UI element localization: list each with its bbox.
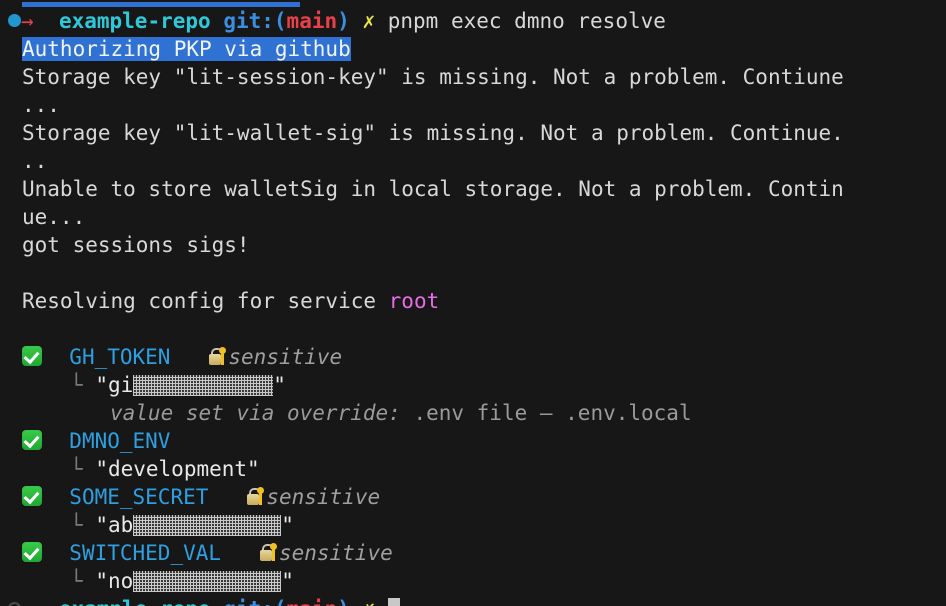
final-prompt-arrow-icon: → — [21, 597, 34, 606]
log-line: ue... — [0, 203, 946, 231]
white-check-mark-icon — [22, 346, 42, 366]
prompt-git-branch: main — [286, 9, 338, 33]
log-line: .. — [0, 147, 946, 175]
white-check-mark-icon — [22, 486, 42, 506]
tree-branch-glyph-icon: └ — [70, 569, 83, 593]
log-line-text: Storage key "lit-session-key" is missing… — [22, 65, 844, 89]
prompt-arrow-icon: → — [21, 9, 34, 33]
final-prompt-line[interactable]: → example-repo git:(main) ✗ — [0, 595, 946, 606]
locked-with-key-icon — [246, 486, 266, 506]
white-check-mark-icon — [22, 430, 42, 450]
text-cursor[interactable] — [387, 598, 400, 606]
config-item-value-prefix: "gi — [95, 373, 134, 397]
config-item-name: DMNO_ENV — [69, 429, 171, 453]
final-prompt-dirty-marker-icon: ✗ — [362, 597, 375, 606]
config-item-sensitive-label: sensitive — [228, 345, 343, 369]
final-prompt-git-branch: main — [287, 597, 338, 606]
prompt-status-dot-icon — [8, 13, 21, 27]
redacted-value-block — [133, 514, 282, 536]
override-note-source: .env file – .env.local — [400, 401, 692, 425]
prompt-git-close: ) — [337, 9, 350, 33]
log-line: Storage key "lit-session-key" is missing… — [0, 63, 946, 91]
config-item-override-note: value set via override: .env file – .env… — [0, 399, 946, 427]
log-line-text: ... — [22, 93, 60, 117]
override-note-italic: value set via override: — [110, 401, 401, 425]
config-item-header[interactable]: SOME_SECRET sensitive — [0, 483, 946, 511]
log-line-authorizing: Authorizing PKP via github — [0, 35, 946, 63]
config-item-name: SWITCHED_VAL — [69, 541, 222, 565]
log-line: ... — [0, 91, 946, 119]
final-prompt-status-dot-wrap — [0, 597, 21, 606]
config-item-value-row: └ "development" — [0, 455, 946, 483]
redacted-value-block — [133, 374, 274, 396]
config-item-value-suffix: " — [281, 569, 294, 593]
log-line-text: got sessions sigs! — [22, 233, 250, 257]
resolving-config-prefix: Resolving config for service — [22, 289, 389, 313]
resolving-config-line: Resolving config for service root — [0, 287, 946, 315]
config-item-value-prefix: "no — [95, 569, 134, 593]
locked-with-key-icon — [208, 346, 228, 366]
tree-branch-glyph-icon: └ — [70, 373, 83, 397]
config-item-sensitive-label: sensitive — [266, 485, 381, 509]
log-line: Storage key "lit-wallet-sig" is missing.… — [0, 119, 946, 147]
command-prompt-line[interactable]: → example-repo git:(main) ✗ pnpm exec dm… — [0, 7, 946, 35]
config-item-header[interactable]: SWITCHED_VAL sensitive — [0, 539, 946, 567]
log-line-text: Unable to store walletSig in local stora… — [22, 177, 844, 201]
resolving-config-service-name: root — [388, 289, 440, 313]
config-item-header[interactable]: DMNO_ENV — [0, 427, 946, 455]
final-prompt-status-dot-icon — [8, 601, 21, 606]
config-item-name: GH_TOKEN — [69, 345, 171, 369]
config-item-value-suffix: " — [273, 373, 286, 397]
config-item-name: SOME_SECRET — [69, 485, 209, 509]
tree-branch-glyph-icon: └ — [70, 457, 83, 481]
log-line-authorizing-text: Authorizing PKP via github — [22, 37, 351, 61]
prompt-status-dot-wrap — [0, 9, 21, 33]
final-prompt-git-close: ) — [337, 597, 350, 606]
tree-branch-glyph-icon: └ — [70, 513, 83, 537]
prompt-repo-name: example-repo — [58, 9, 211, 33]
final-prompt-git-label: git:( — [223, 597, 286, 606]
config-item-value-prefix: "development" — [95, 457, 260, 481]
terminal-window[interactable]: → example-repo git:(main) ✗ pnpm exec dm… — [0, 0, 946, 606]
log-line-text: Storage key "lit-wallet-sig" is missing.… — [22, 121, 844, 145]
log-line: Unable to store walletSig in local stora… — [0, 175, 946, 203]
config-item-header[interactable]: GH_TOKEN sensitive — [0, 343, 946, 371]
scrollback-clipped-line — [0, 0, 946, 7]
final-prompt-repo-name: example-repo — [59, 597, 211, 606]
locked-with-key-icon — [259, 542, 279, 562]
config-item-value-prefix: "ab — [95, 513, 134, 537]
redacted-value-block — [133, 570, 282, 592]
config-item-value-row: └ "gi " — [0, 371, 946, 399]
log-line-text: ue... — [22, 205, 86, 229]
prompt-git-label: git:( — [223, 9, 287, 33]
config-item-value-row: └ "no " — [0, 567, 946, 595]
white-check-mark-icon — [22, 542, 42, 562]
log-line-text: .. — [22, 149, 48, 173]
config-item-value-row: └ "ab " — [0, 511, 946, 539]
config-item-value-suffix: " — [281, 513, 294, 537]
prompt-dirty-marker-icon: ✗ — [362, 9, 376, 33]
config-item-sensitive-label: sensitive — [278, 541, 393, 565]
prompt-command-text[interactable]: pnpm exec dmno resolve — [388, 9, 666, 33]
log-line: got sessions sigs! — [0, 231, 946, 259]
